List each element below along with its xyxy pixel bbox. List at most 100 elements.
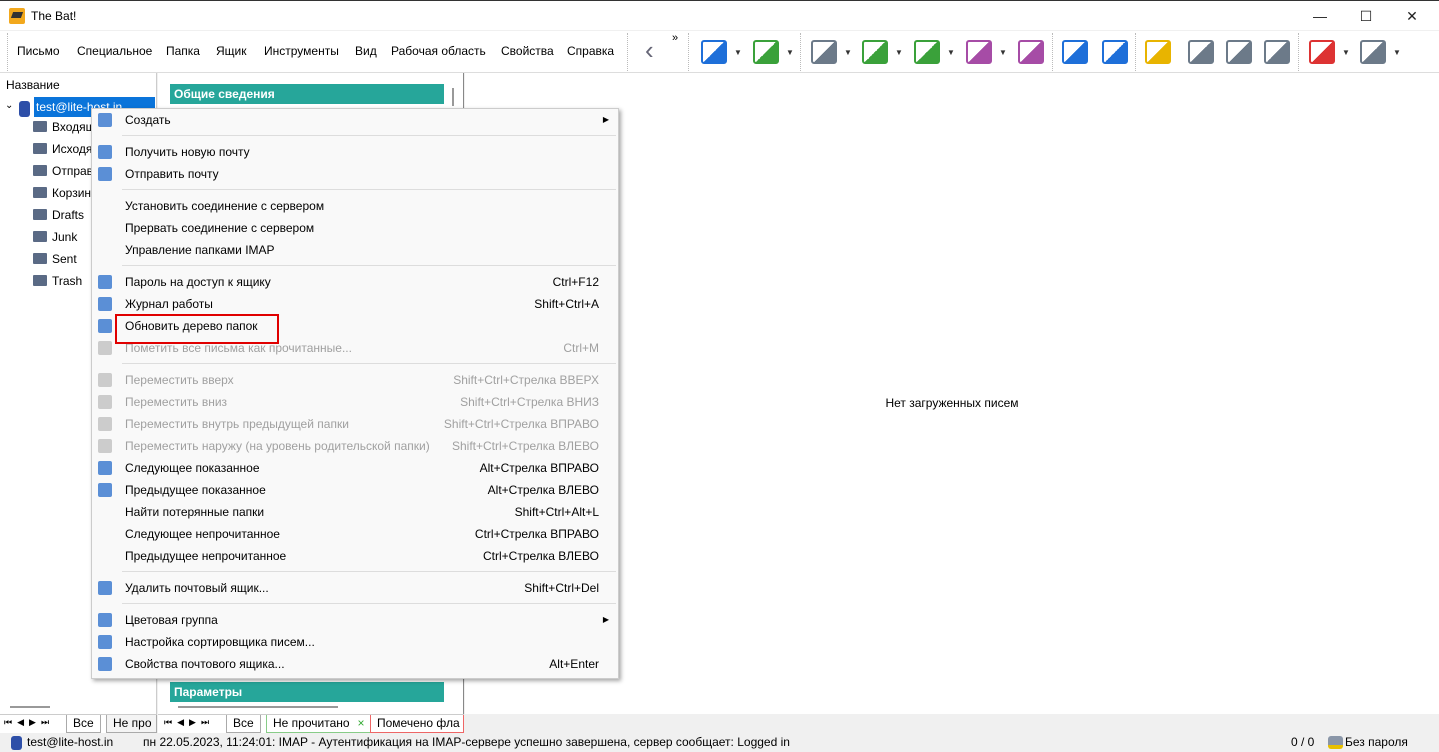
reply-all-icon[interactable] <box>914 40 940 64</box>
folder-item[interactable]: Junk <box>33 227 77 247</box>
scrollbar[interactable] <box>178 706 338 708</box>
menu-item-shortcut: Ctrl+Стрелка ВПРАВО <box>474 527 599 541</box>
forward-arrow-icon[interactable] <box>1102 40 1128 64</box>
address-book-icon[interactable] <box>1145 40 1171 64</box>
menu-3[interactable]: Ящик <box>216 44 247 58</box>
send-icon <box>98 167 112 181</box>
folder-label: Корзин <box>52 186 92 200</box>
menu-item[interactable]: Получить новую почту <box>92 141 618 163</box>
menu-item-shortcut: Shift+Ctrl+Del <box>524 581 599 595</box>
redirect-icon[interactable] <box>1018 40 1044 64</box>
folder-item[interactable]: Sent <box>33 249 77 269</box>
dropdown-arrow-icon[interactable]: ▼ <box>895 48 903 57</box>
import-icon[interactable] <box>1360 40 1386 64</box>
tab-unread[interactable]: Не про <box>106 715 157 733</box>
menu-item-label: Отправить почту <box>125 167 219 181</box>
tab-all[interactable]: Все <box>66 715 101 733</box>
menu-item[interactable]: Предыдущее непрочитанное Ctrl+Стрелка ВЛЕ… <box>92 545 618 567</box>
print-icon[interactable] <box>1264 40 1290 64</box>
password-status[interactable]: Без пароля <box>1345 733 1408 752</box>
tab-nav[interactable]: ⏮ ◀ ▶ ⏭ <box>164 717 214 728</box>
menu-item[interactable]: Переместить наружу (на уровень родительс… <box>92 435 618 457</box>
scrollbar[interactable] <box>10 706 50 708</box>
send-mail-icon[interactable] <box>753 40 779 64</box>
reply-icon[interactable] <box>862 40 888 64</box>
menu-item[interactable]: Свойства почтового ящика... Alt+Enter <box>92 653 618 675</box>
menu-item[interactable]: Установить соединение с сервером <box>92 195 618 217</box>
menu-item[interactable]: Переместить вверх Shift+Ctrl+Стрелка ВВЕР… <box>92 369 618 391</box>
maximize-button[interactable]: ☐ <box>1343 1 1389 31</box>
search-mail-icon[interactable] <box>1188 40 1214 64</box>
menu-0[interactable]: Письмо <box>17 44 60 58</box>
folder-item[interactable]: Drafts <box>33 205 84 225</box>
nav-1-icon[interactable]: ◀ <box>177 717 184 727</box>
nav-1-icon[interactable]: ◀ <box>17 717 24 727</box>
menu-item[interactable]: Следующее показанное Alt+Стрелка ВПРАВО <box>92 457 618 479</box>
prev-icon <box>98 483 112 497</box>
menu-4[interactable]: Инструменты <box>264 44 339 58</box>
dropdown-arrow-icon[interactable]: ▼ <box>1342 48 1350 57</box>
folder-column-header[interactable]: Название <box>6 78 60 92</box>
menu-7[interactable]: Свойства <box>501 44 554 58</box>
close-button[interactable]: ✕ <box>1389 1 1435 31</box>
divider <box>800 33 801 71</box>
folder-item[interactable]: Исходя <box>33 139 92 159</box>
menu-6[interactable]: Рабочая область <box>391 44 486 58</box>
menu-item[interactable]: Удалить почтовый ящик... Shift+Ctrl+Del <box>92 577 618 599</box>
menu-item[interactable]: Пароль на доступ к ящику Ctrl+F12 <box>92 271 618 293</box>
menu-item[interactable]: Переместить внутрь предыдущей папки Shift… <box>92 413 618 435</box>
dropdown-arrow-icon[interactable]: ▼ <box>947 48 955 57</box>
save-mail-icon[interactable] <box>1226 40 1252 64</box>
menu-item[interactable]: Создать ▶ <box>92 109 618 131</box>
nav-3-icon[interactable]: ⏭ <box>201 717 209 727</box>
menu-1[interactable]: Специальное <box>77 44 152 58</box>
folder-item[interactable]: Отправ <box>33 161 93 181</box>
dropdown-arrow-icon[interactable]: ▼ <box>786 48 794 57</box>
menu-item[interactable]: Следующее непрочитанное Ctrl+Стрелка ВПРА… <box>92 523 618 545</box>
tab-unread[interactable]: Не прочитано × <box>266 715 371 733</box>
menu-item[interactable]: Настройка сортировщика писем... <box>92 631 618 653</box>
overflow-button[interactable]: » <box>672 32 678 44</box>
app-logo-icon <box>9 8 25 24</box>
nav-2-icon[interactable]: ▶ <box>189 717 196 727</box>
scrollbar[interactable] <box>452 88 454 106</box>
dropdown-arrow-icon[interactable]: ▼ <box>1393 48 1401 57</box>
menu-item[interactable]: Прервать соединение с сервером <box>92 217 618 239</box>
menu-8[interactable]: Справка <box>567 44 614 58</box>
menu-item[interactable]: Переместить вниз Shift+Ctrl+Стрелка ВНИЗ <box>92 391 618 413</box>
dropdown-arrow-icon[interactable]: ▼ <box>999 48 1007 57</box>
dropdown-arrow-icon[interactable]: ▼ <box>844 48 852 57</box>
folder-item[interactable]: Корзин <box>33 183 91 203</box>
export-icon[interactable] <box>1309 40 1335 64</box>
forward-icon[interactable] <box>966 40 992 64</box>
menu-item[interactable]: Управление папками IMAP <box>92 239 618 261</box>
minimize-button[interactable]: — <box>1297 1 1343 31</box>
nav-2-icon[interactable]: ▶ <box>29 717 36 727</box>
menu-item[interactable]: Предыдущее показанное Alt+Стрелка ВЛЕВО <box>92 479 618 501</box>
menu-item[interactable]: Цветовая группа ▶ <box>92 609 618 631</box>
tab-all[interactable]: Все <box>226 715 261 733</box>
back-arrow-icon[interactable] <box>1062 40 1088 64</box>
left-tabs: ⏮ ◀ ▶ ⏭ Все Не про <box>0 714 157 733</box>
folder-item[interactable]: Входящ <box>33 117 96 137</box>
nav-0-icon[interactable]: ⏮ <box>4 717 12 727</box>
nav-0-icon[interactable]: ⏮ <box>164 717 172 727</box>
menu-item[interactable]: Найти потерянные папки Shift+Ctrl+Alt+L <box>92 501 618 523</box>
menu-item[interactable]: Отправить почту <box>92 163 618 185</box>
tab-nav[interactable]: ⏮ ◀ ▶ ⏭ <box>4 717 54 728</box>
tab-flagged[interactable]: Помечено фла <box>370 715 464 733</box>
menu-5[interactable]: Вид <box>355 44 377 58</box>
menu-item-label: Переместить наружу (на уровень родительс… <box>125 439 430 453</box>
compose-icon[interactable] <box>811 40 837 64</box>
expand-chevron-icon[interactable]: ⌄ <box>5 100 13 111</box>
folder-item[interactable]: Trash <box>33 271 82 291</box>
menu-item[interactable]: Журнал работы Shift+Ctrl+A <box>92 293 618 315</box>
close-icon[interactable]: × <box>358 715 365 732</box>
folder-label: Отправ <box>52 164 94 178</box>
dropdown-arrow-icon[interactable]: ▼ <box>734 48 742 57</box>
get-mail-icon[interactable] <box>701 40 727 64</box>
nav-3-icon[interactable]: ⏭ <box>41 717 49 727</box>
menu-2[interactable]: Папка <box>166 44 200 58</box>
status-bar: test@lite-host.in пн 22.05.2023, 11:24:0… <box>0 733 1439 752</box>
chevron-left-icon[interactable]: ‹ <box>645 35 654 66</box>
